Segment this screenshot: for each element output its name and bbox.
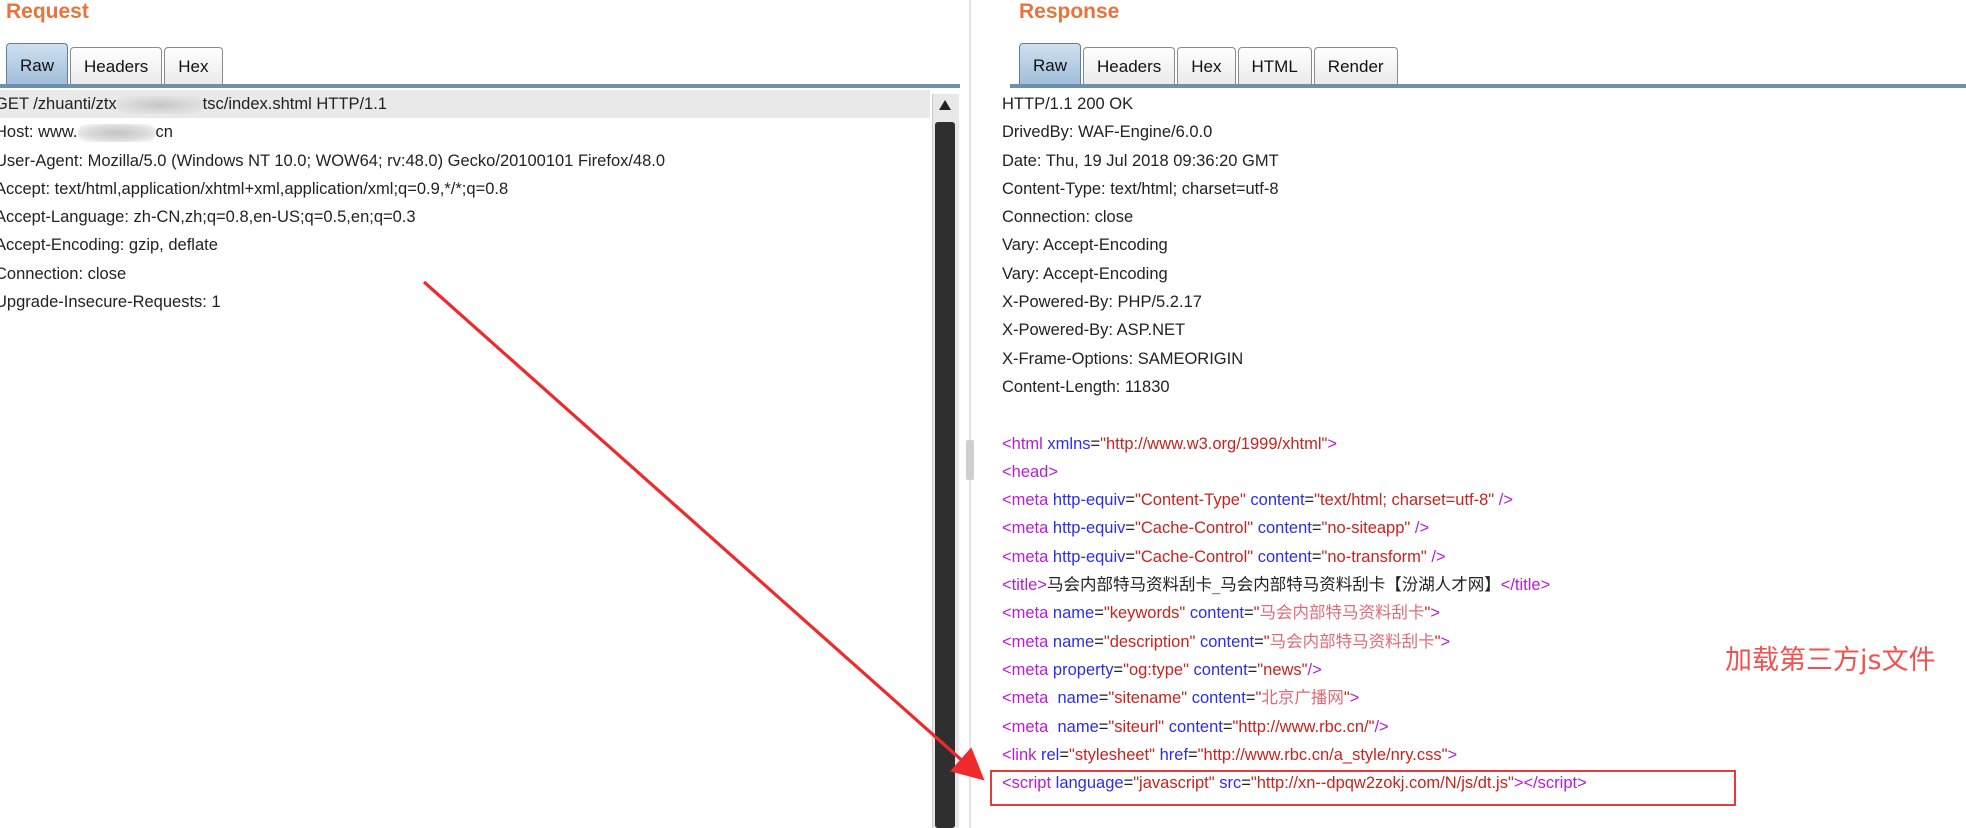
- title-line: <title>马会内部特马资料刮卡_马会内部特马资料刮卡【汾湖人才网】</tit…: [1002, 575, 1551, 595]
- response-tab-headers[interactable]: Headers: [1083, 47, 1176, 86]
- response-header: Content-Length: 11830: [1002, 377, 1170, 396]
- request-header-host: Host: www. cn: [0, 123, 173, 142]
- response-raw-editor[interactable]: HTTP/1.1 200 OK DrivedBy: WAF-Engine/6.0…: [1002, 90, 1962, 828]
- redacted-host-blur: [77, 123, 156, 142]
- request-tab-hex[interactable]: Hex: [164, 47, 223, 86]
- scroll-up-arrow-icon[interactable]: [939, 100, 951, 110]
- response-title: Response: [1019, 0, 1120, 23]
- request-panel: Request Raw Headers Hex GET /zhuanti/ztx…: [0, 0, 960, 828]
- request-tabs: Raw Headers Hex: [6, 43, 225, 86]
- response-header: X-Powered-By: ASP.NET: [1002, 321, 1186, 340]
- split-pane-divider[interactable]: [962, 0, 982, 828]
- meta-line: <meta http-equiv="Cache-Control" content…: [1002, 547, 1446, 566]
- response-header: X-Frame-Options: SAMEORIGIN: [1002, 349, 1244, 368]
- response-panel: Response Raw Headers Hex HTML Render HTT…: [985, 0, 1966, 828]
- request-tab-headers[interactable]: Headers: [70, 47, 163, 86]
- head-open-line: <head>: [1002, 462, 1058, 481]
- request-scrollbar-thumb[interactable]: [935, 122, 955, 828]
- request-header-accept-encoding: Accept-Encoding: gzip, deflate: [0, 236, 218, 255]
- response-header: Connection: close: [1002, 208, 1134, 227]
- request-scrollbar[interactable]: [932, 94, 959, 828]
- response-tab-render[interactable]: Render: [1313, 47, 1398, 86]
- request-title: Request: [6, 0, 89, 23]
- meta-line: <meta name="siteurl" content="http://www…: [1002, 717, 1389, 736]
- response-header: X-Powered-By: PHP/5.2.17: [1002, 293, 1202, 312]
- request-raw-editor[interactable]: GET /zhuanti/ztx tsc/index.shtml HTTP/1.1…: [0, 90, 930, 828]
- annotation-label: 加载第三方js文件: [1725, 645, 1936, 676]
- response-header: Vary: Accept-Encoding: [1002, 236, 1168, 255]
- divider-grip-icon[interactable]: [966, 440, 974, 480]
- meta-line: <meta name="keywords" content="马会内部特马资料刮…: [1002, 603, 1440, 623]
- link-line: <link rel="stylesheet" href="http://www.…: [1002, 745, 1458, 764]
- request-header-accept-language: Accept-Language: zh-CN,zh;q=0.8,en-US;q=…: [0, 208, 416, 227]
- response-tab-divider: [1010, 84, 1966, 88]
- request-tab-raw[interactable]: Raw: [6, 43, 69, 86]
- response-header: Vary: Accept-Encoding: [1002, 264, 1168, 283]
- response-tabs: Raw Headers Hex HTML Render: [1019, 43, 1400, 86]
- request-header-user-agent: User-Agent: Mozilla/5.0 (Windows NT 10.0…: [0, 151, 666, 170]
- redacted-path-blur: [116, 95, 203, 114]
- response-tab-hex[interactable]: Hex: [1177, 47, 1236, 86]
- response-status-line: HTTP/1.1 200 OK: [1002, 95, 1134, 113]
- response-header: DrivedBy: WAF-Engine/6.0.0: [1002, 123, 1213, 142]
- meta-line: <meta http-equiv="Content-Type" content=…: [1002, 491, 1513, 510]
- meta-line: <meta http-equiv="Cache-Control" content…: [1002, 519, 1430, 538]
- response-header: Date: Thu, 19 Jul 2018 09:36:20 GMT: [1002, 151, 1279, 170]
- request-header-connection: Connection: close: [0, 264, 127, 283]
- request-header-accept: Accept: text/html,application/xhtml+xml,…: [0, 179, 509, 198]
- request-header-upgrade: Upgrade-Insecure-Requests: 1: [0, 293, 221, 312]
- request-line: GET /zhuanti/ztx tsc/index.shtml HTTP/1.1: [0, 90, 930, 119]
- meta-line: <meta name="sitename" content="北京广播网">: [1002, 688, 1360, 708]
- response-header: Content-Type: text/html; charset=utf-8: [1002, 179, 1279, 198]
- response-tab-raw[interactable]: Raw: [1019, 43, 1082, 86]
- html-open-line: <html xmlns="http://www.w3.org/1999/xhtm…: [1002, 434, 1338, 453]
- request-tab-divider: [0, 84, 960, 88]
- response-tab-html[interactable]: HTML: [1237, 47, 1312, 86]
- script-highlight-box: [990, 770, 1736, 806]
